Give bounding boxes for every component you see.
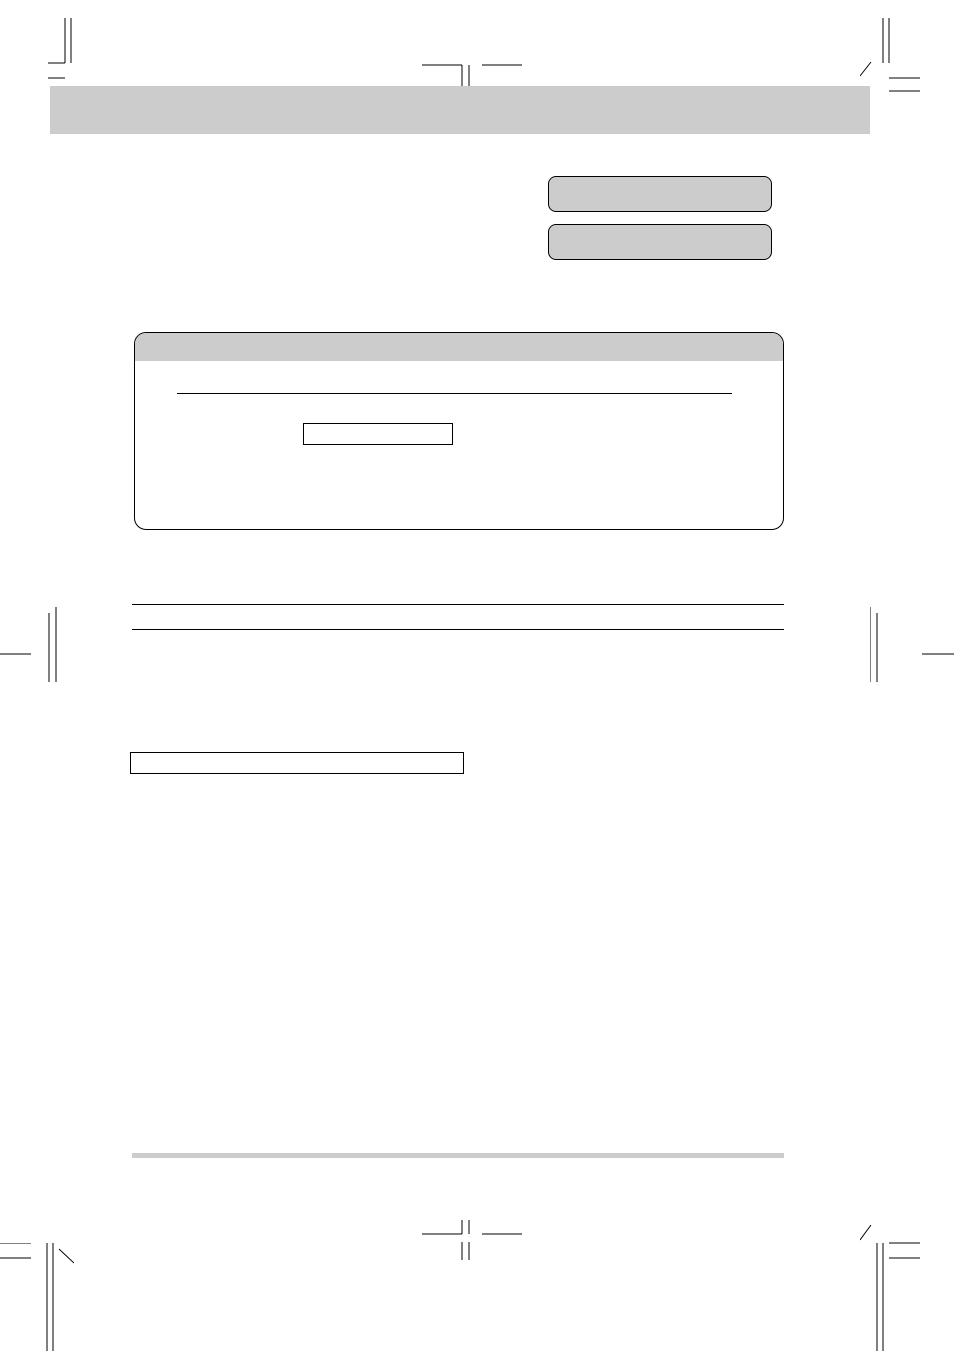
section-divider — [132, 629, 784, 630]
panel-divider — [177, 393, 732, 394]
footer-rule — [132, 1153, 784, 1158]
crop-mark — [860, 1225, 954, 1351]
crop-mark — [0, 607, 60, 682]
panel-input[interactable] — [303, 423, 453, 445]
header-band — [50, 86, 870, 134]
panel-box — [134, 332, 784, 530]
pill-button-1[interactable] — [548, 176, 772, 212]
crop-mark — [422, 1220, 522, 1260]
section-divider — [132, 604, 784, 605]
crop-mark — [870, 607, 954, 682]
pill-button-2[interactable] — [548, 224, 772, 260]
crop-mark — [48, 18, 88, 83]
crop-mark — [0, 1243, 74, 1351]
mid-input[interactable] — [130, 752, 464, 774]
crop-mark — [422, 48, 522, 88]
